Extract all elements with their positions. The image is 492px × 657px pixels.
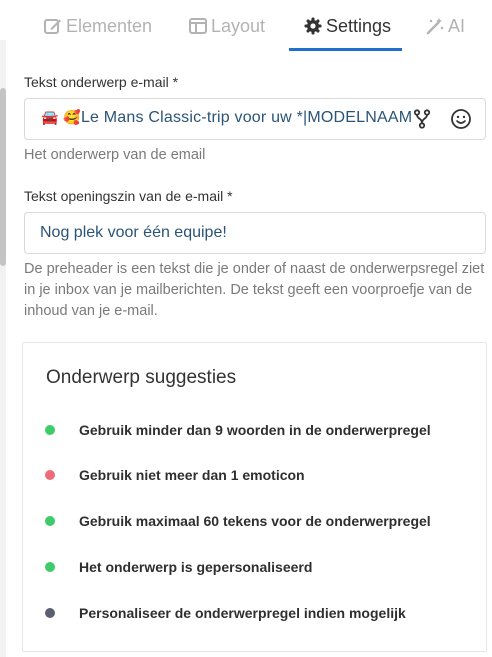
subject-label: Tekst onderwerp e-mail * <box>24 74 179 90</box>
settings-tabs: Elementen Layout Settings AI <box>0 0 492 52</box>
magic-wand-icon <box>426 17 444 35</box>
merge-field-icon[interactable] <box>412 109 432 129</box>
preheader-value[interactable]: Nog plek voor één equipe! <box>25 224 227 242</box>
tab-label: Settings <box>326 15 392 36</box>
status-dot-gray-icon <box>45 608 55 618</box>
suggestion-item: Het onderwerp is gepersonaliseerd <box>45 557 475 577</box>
suggestion-text: Personaliseer de onderwerpregel indien m… <box>79 605 406 621</box>
preheader-label: Tekst openingszin van de e-mail * <box>24 188 233 204</box>
suggestion-text: Gebruik minder dan 9 woorden in de onder… <box>79 422 431 438</box>
preheader-help-text: De preheader is een tekst die je onder o… <box>24 261 485 319</box>
tab-label: AI <box>448 15 466 36</box>
gear-icon <box>304 17 322 35</box>
edit-icon <box>44 17 62 35</box>
preheader-field[interactable]: Nog plek voor één equipe! <box>24 212 486 254</box>
suggestion-item: Gebruik maximaal 60 tekens voor de onder… <box>45 511 475 531</box>
scrollbar-thumb[interactable] <box>0 88 6 266</box>
status-dot-red-icon <box>45 470 55 480</box>
emoji-picker-icon[interactable] <box>450 108 472 130</box>
suggestions-title: Onderwerp suggesties <box>46 367 237 388</box>
tab-ai[interactable]: AI <box>426 0 465 52</box>
subject-text: Le Mans Classic-trip voor uw *|MODELNAAM <box>80 109 413 126</box>
suggestion-text: Gebruik maximaal 60 tekens voor de onder… <box>79 513 431 529</box>
suggestion-text: Het onderwerp is gepersonaliseerd <box>79 559 313 575</box>
subject-field[interactable]: 🚘 🥰Le Mans Classic-trip voor uw *|MODELN… <box>24 98 486 140</box>
smiling-hearts-emoji: 🥰 <box>63 109 81 125</box>
suggestion-item: Gebruik niet meer dan 1 emoticon <box>45 465 475 485</box>
tab-label: Layout <box>211 15 266 36</box>
suggestion-text: Gebruik niet meer dan 1 emoticon <box>79 467 305 483</box>
subject-help-text: Het onderwerp van de email <box>24 147 206 163</box>
tab-settings[interactable]: Settings <box>304 0 391 52</box>
suggestion-item: Personaliseer de onderwerpregel indien m… <box>45 603 475 623</box>
status-dot-green-icon <box>45 516 55 526</box>
active-tab-indicator <box>289 48 402 51</box>
status-dot-green-icon <box>45 562 55 572</box>
car-emoji: 🚘 <box>41 109 59 125</box>
tab-layout[interactable]: Layout <box>189 0 265 52</box>
tab-elementen[interactable]: Elementen <box>44 0 152 52</box>
scrollbar-track[interactable] <box>0 40 6 657</box>
tab-label: Elementen <box>66 15 153 36</box>
status-dot-green-icon <box>45 425 55 435</box>
subject-value[interactable]: 🚘 🥰Le Mans Classic-trip voor uw *|MODELN… <box>41 109 421 127</box>
suggestion-item: Gebruik minder dan 9 woorden in de onder… <box>45 420 475 440</box>
layout-icon <box>189 17 207 35</box>
subject-suggestions-panel: Onderwerp suggesties Gebruik minder dan … <box>22 342 487 652</box>
